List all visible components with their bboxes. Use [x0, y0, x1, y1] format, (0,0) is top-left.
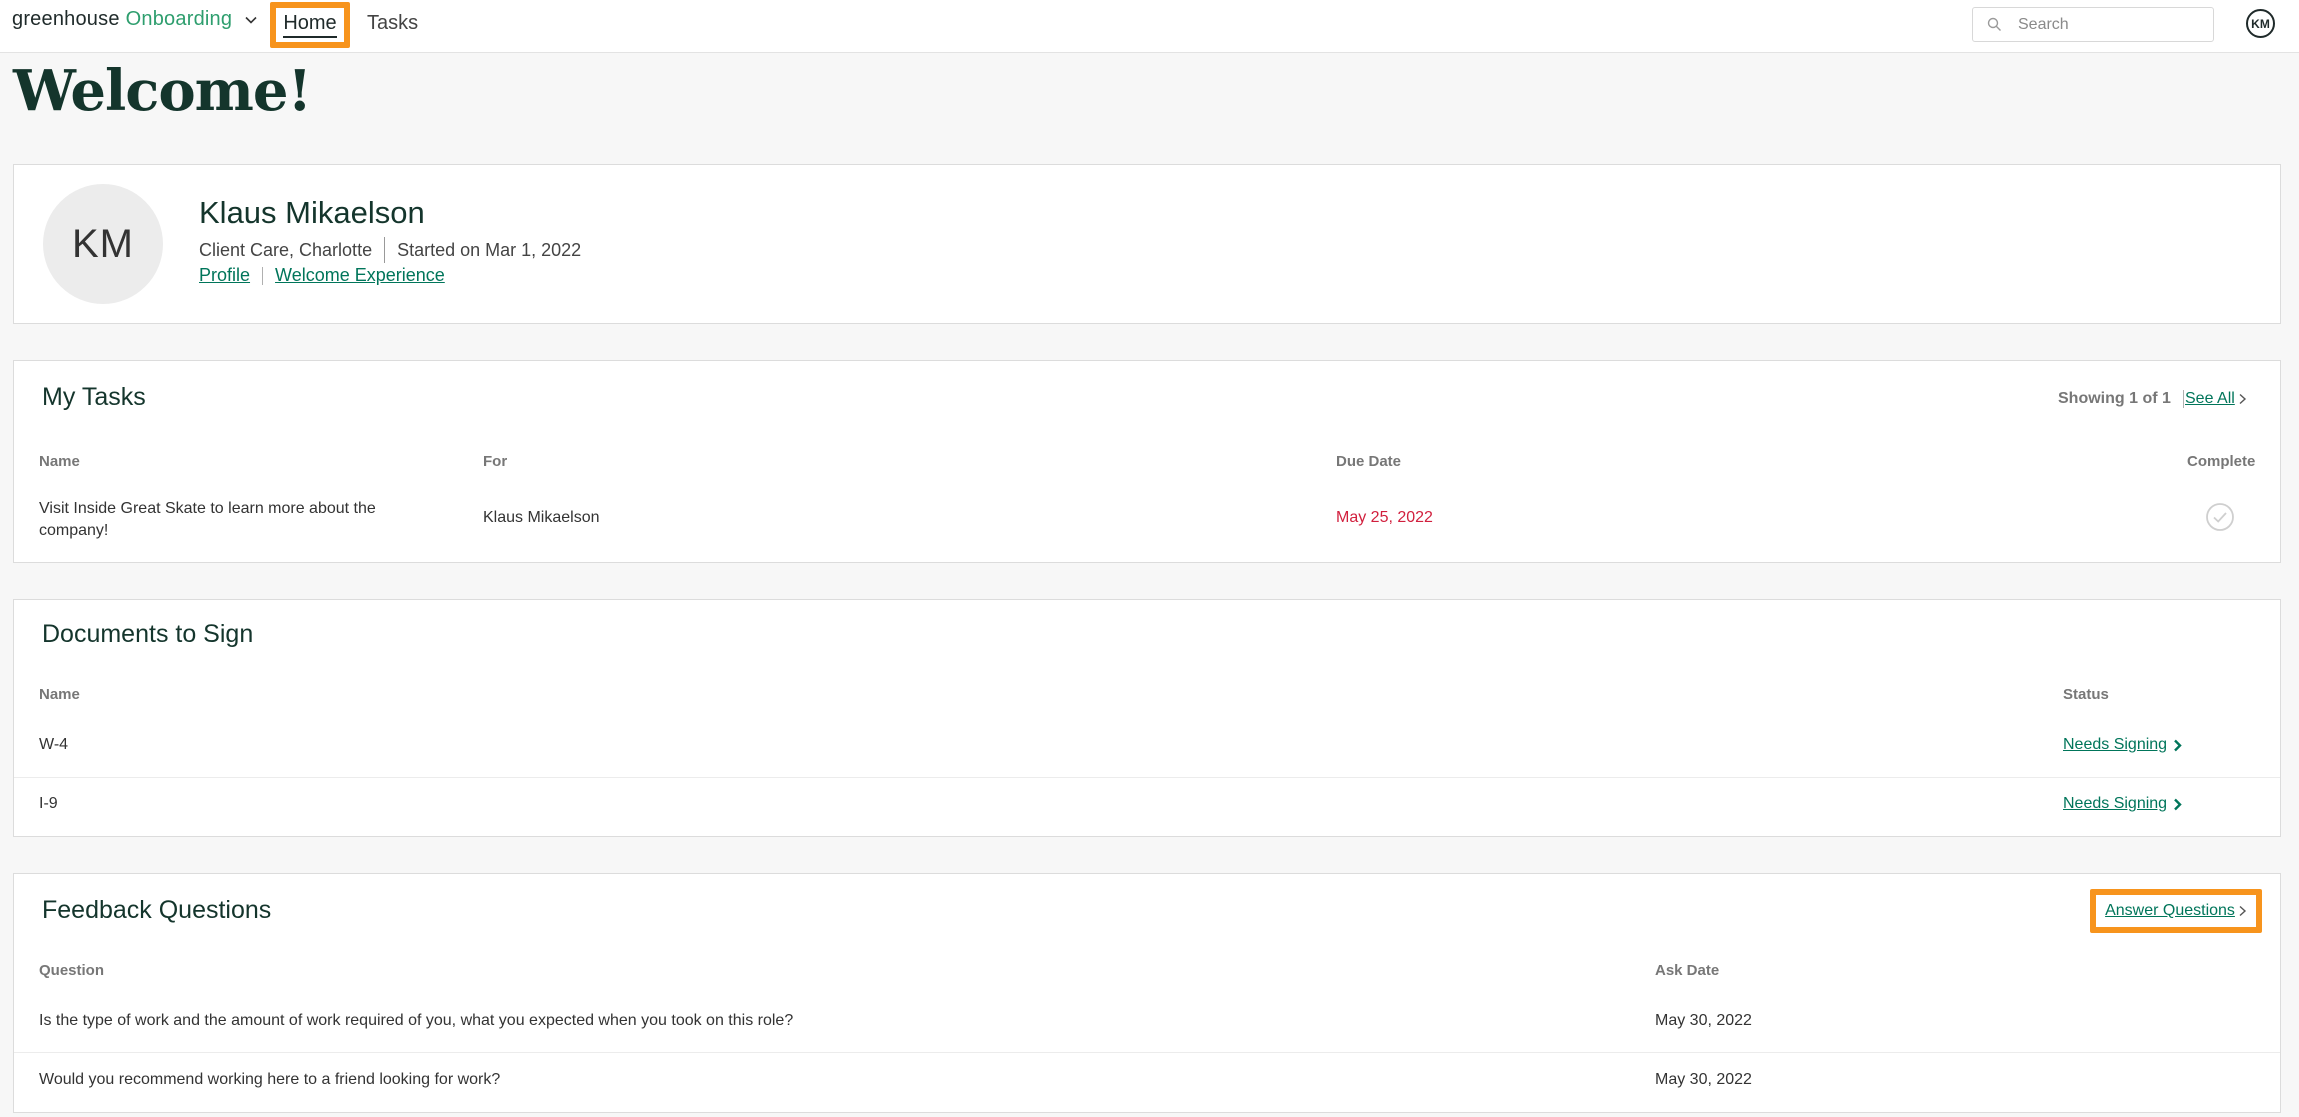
see-all-label: See All: [2185, 390, 2235, 407]
row-divider: [14, 1052, 2280, 1053]
avatar: KM: [43, 184, 163, 304]
task-due-date: May 25, 2022: [1336, 509, 1433, 526]
row-divider: [14, 777, 2280, 778]
feedback-title: Feedback Questions: [42, 896, 272, 924]
profile-link[interactable]: Profile: [199, 265, 250, 286]
feedback-question: Is the type of work and the amount of wo…: [39, 1012, 794, 1029]
my-tasks-card: My Tasks Showing 1 of 1 See All Name For…: [13, 360, 2281, 563]
top-navigation-bar: greenhouse Onboarding Home Tasks KM: [0, 0, 2299, 53]
user-avatar-button[interactable]: KM: [2246, 9, 2275, 38]
documents-title: Documents to Sign: [42, 620, 254, 648]
nav-home-label: Home: [283, 12, 337, 38]
column-header-question: Question: [39, 962, 105, 979]
column-header-name: Name: [39, 453, 80, 470]
tasks-count: Showing 1 of 1: [2058, 390, 2196, 408]
needs-signing-label: Needs Signing: [2063, 795, 2168, 812]
document-name: I-9: [39, 795, 58, 812]
nav-home-tab[interactable]: Home: [270, 2, 350, 48]
brand-product-text: Onboarding: [125, 8, 233, 30]
chevron-right-icon: [2239, 393, 2246, 405]
column-header-for: For: [483, 453, 508, 470]
feedback-card: Feedback Questions Answer Questions Ques…: [13, 873, 2281, 1113]
feedback-ask-date: May 30, 2022: [1655, 1012, 1752, 1029]
app-switcher[interactable]: greenhouse Onboarding: [12, 8, 258, 31]
column-header-name: Name: [39, 686, 80, 703]
divider: [262, 266, 264, 285]
tasks-showing-label: Showing 1 of 1: [2058, 390, 2171, 407]
page-title: Welcome!: [13, 58, 312, 124]
brand-logo-text: greenhouse: [12, 8, 120, 30]
divider: [2182, 390, 2184, 408]
task-for: Klaus Mikaelson: [483, 509, 600, 526]
column-header-status: Status: [2063, 686, 2109, 703]
see-all-tasks-link[interactable]: See All: [2185, 390, 2247, 408]
chevron-right-bold-icon: [2174, 798, 2182, 810]
welcome-experience-link[interactable]: Welcome Experience: [275, 265, 445, 286]
column-header-ask-date: Ask Date: [1655, 962, 1720, 979]
column-header-due-date: Due Date: [1336, 453, 1402, 470]
feedback-ask-date: May 30, 2022: [1655, 1071, 1752, 1088]
search-icon: [1987, 17, 2001, 31]
divider: [384, 237, 386, 263]
documents-card: Documents to Sign Name Status W-4 Needs …: [13, 599, 2281, 837]
chevron-right-bold-icon: [2174, 739, 2182, 751]
employee-meta: Client Care, Charlotte Started on Mar 1,…: [199, 237, 581, 263]
employee-start-date: Started on Mar 1, 2022: [397, 239, 582, 260]
search-box[interactable]: [1972, 7, 2214, 42]
chevron-right-icon: [2239, 905, 2246, 917]
answer-questions-label: Answer Questions: [2105, 902, 2235, 919]
column-header-complete: Complete: [2187, 453, 2256, 470]
employee-links: Profile Welcome Experience: [199, 265, 445, 286]
feedback-question: Would you recommend working here to a fr…: [39, 1071, 501, 1088]
document-name: W-4: [39, 736, 69, 753]
task-name[interactable]: Visit Inside Great Skate to learn more a…: [39, 498, 419, 542]
needs-signing-link[interactable]: Needs Signing: [2063, 736, 2182, 754]
chevron-down-icon[interactable]: [244, 13, 258, 27]
needs-signing-link[interactable]: Needs Signing: [2063, 795, 2182, 813]
check-circle-icon[interactable]: [2205, 502, 2235, 532]
search-input[interactable]: [2016, 14, 2190, 35]
needs-signing-label: Needs Signing: [2063, 736, 2168, 753]
my-tasks-title: My Tasks: [42, 383, 146, 411]
profile-card: KM Klaus Mikaelson Client Care, Charlott…: [13, 164, 2281, 324]
nav-tasks-tab[interactable]: Tasks: [367, 12, 418, 35]
employee-department-location: Client Care, Charlotte: [199, 239, 373, 260]
employee-name: Klaus Mikaelson: [199, 195, 425, 230]
answer-questions-button[interactable]: Answer Questions: [2090, 889, 2262, 933]
